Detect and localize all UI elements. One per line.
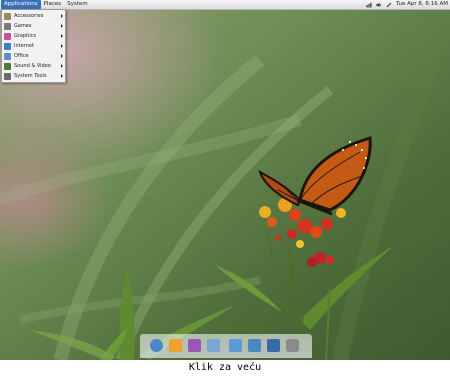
menu-item-label: Games <box>14 23 32 29</box>
submenu-arrow-icon <box>61 34 63 38</box>
submenu-arrow-icon <box>61 74 63 78</box>
submenu-arrow-icon <box>61 14 63 18</box>
volume-icon[interactable] <box>376 2 382 8</box>
top-panel: Applications Places System Tue Apr 8, 6:… <box>0 0 450 10</box>
panel-menubar: Applications Places System <box>1 0 91 9</box>
graphics-icon <box>4 32 11 40</box>
menu-places[interactable]: Places <box>41 0 65 9</box>
submenu-arrow-icon <box>61 54 63 58</box>
desktop: Applications Places System Tue Apr 8, 6:… <box>0 0 450 360</box>
accessories-icon <box>4 12 11 20</box>
finder-icon[interactable] <box>150 339 163 352</box>
menu-item-label: Internet <box>14 43 34 49</box>
clipboard-icon[interactable] <box>386 2 392 8</box>
internet-icon <box>4 42 11 50</box>
desktop-icon[interactable] <box>267 339 280 352</box>
panel-tray: Tue Apr 8, 6:16 AM <box>366 0 448 9</box>
folder-icon[interactable] <box>248 339 261 352</box>
wallpaper <box>0 0 450 360</box>
documents-icon[interactable] <box>207 339 220 352</box>
menu-item-system-tools[interactable]: System Tools <box>2 71 65 81</box>
submenu-arrow-icon <box>61 44 63 48</box>
submenu-arrow-icon <box>61 24 63 28</box>
panel-clock[interactable]: Tue Apr 8, 6:16 AM <box>396 0 448 9</box>
submenu-arrow-icon <box>61 64 63 68</box>
photos-icon[interactable] <box>188 339 201 352</box>
menu-item-sound-video[interactable]: Sound & Video <box>2 61 65 71</box>
menu-item-games[interactable]: Games <box>2 21 65 31</box>
applications-menu: Accessories Games Graphics Internet Offi… <box>1 9 66 83</box>
menu-item-label: Office <box>14 53 29 59</box>
menu-item-office[interactable]: Office <box>2 51 65 61</box>
menu-system[interactable]: System <box>64 0 91 9</box>
trash-icon[interactable] <box>286 339 299 352</box>
menu-item-graphics[interactable]: Graphics <box>2 31 65 41</box>
folder-icon[interactable] <box>229 339 242 352</box>
menu-item-label: System Tools <box>14 73 47 79</box>
menu-item-accessories[interactable]: Accessories <box>2 11 65 21</box>
system-tools-icon <box>4 72 11 80</box>
caption-link[interactable]: Klik za veću <box>0 360 450 376</box>
menu-item-internet[interactable]: Internet <box>2 41 65 51</box>
network-icon[interactable] <box>366 2 372 8</box>
sound-video-icon <box>4 62 11 70</box>
menu-applications[interactable]: Applications <box>1 0 41 9</box>
office-icon <box>4 52 11 60</box>
menu-item-label: Graphics <box>14 33 37 39</box>
menu-item-label: Accessories <box>14 13 44 19</box>
dock <box>140 334 312 358</box>
menu-item-label: Sound & Video <box>14 63 51 69</box>
games-icon <box>4 22 11 30</box>
user-icon[interactable] <box>169 339 182 352</box>
